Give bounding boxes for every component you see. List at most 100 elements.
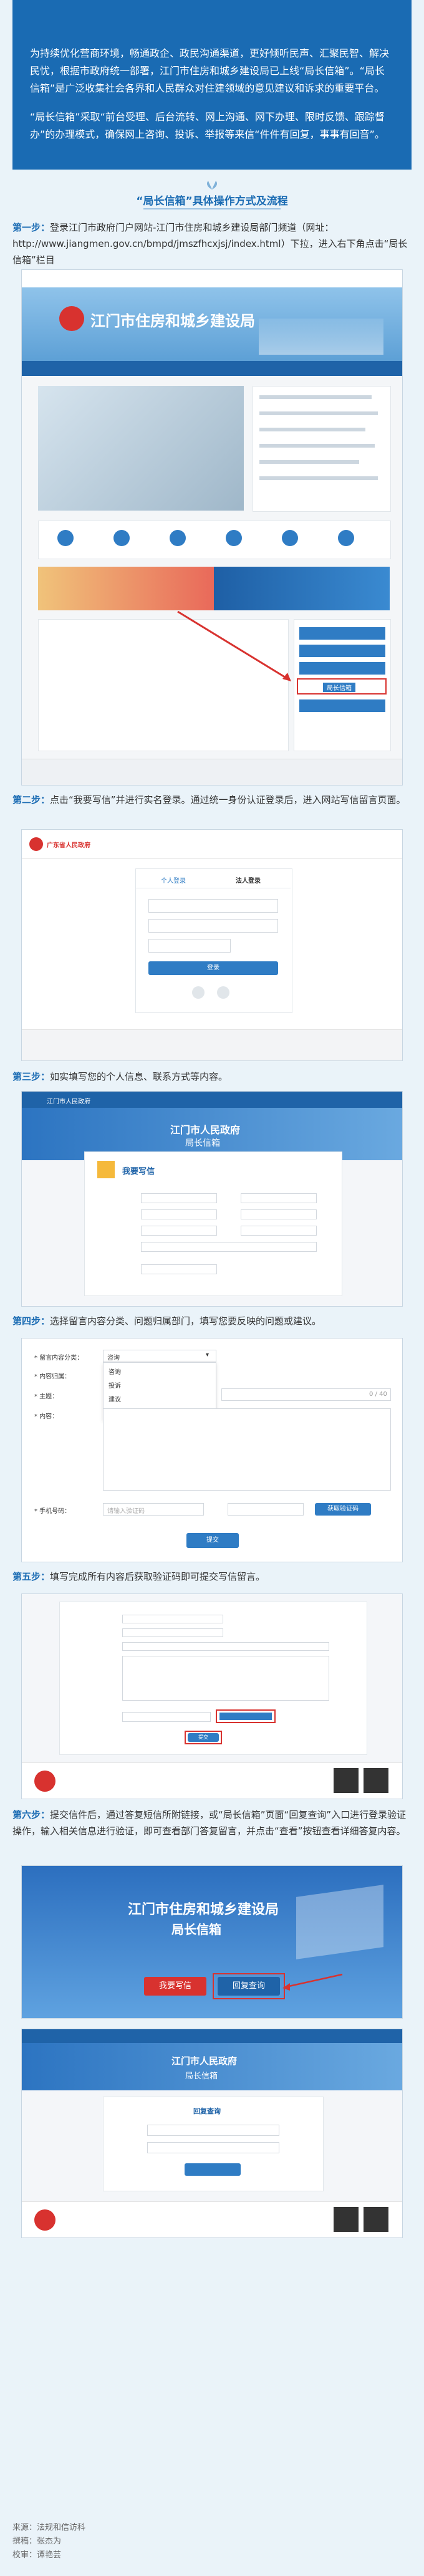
captcha-input[interactable]: 请输入验证码 [103,1503,204,1516]
password-input[interactable] [148,919,278,933]
get-code-highlight[interactable] [216,1709,276,1723]
emblem-icon [34,2209,55,2231]
username-input[interactable] [148,899,278,913]
promo-banner[interactable] [38,567,390,610]
mailbox-link-highlight[interactable]: 局长信箱 [297,678,387,694]
query-submit-button[interactable] [185,2163,241,2176]
step-4-body: 选择留言内容分类、问题归属部门，填写您要反映的问题或建议。 [50,1315,322,1327]
form-field[interactable] [122,1642,329,1651]
query-code-input[interactable] [147,2125,279,2136]
label-department: * 内容归属： [34,1373,71,1380]
step-5-text: 第五步：填写完成所有内容后获取验证码即可提交写信留言。 [12,1569,412,1585]
email-field[interactable] [141,1226,217,1236]
banner-line-1: 江门市人民政府 [171,2055,238,2067]
alt-login-icon[interactable] [192,986,205,999]
service-icons-row [38,521,391,559]
subject-input[interactable]: 0 / 40 [221,1388,391,1401]
service-icon[interactable] [226,530,242,546]
login-button[interactable]: 登录 [148,961,278,975]
step-2-body: 点击“我要写信”并进行实名登录。通过统一身份认证登录后，进入网站写信留言页面。 [50,794,406,805]
login-header: 广东省人民政府 [22,830,402,859]
write-letter-label: 我要写信 [158,1981,191,1991]
qr-code [334,2207,359,2232]
landing-title-2: 局长信箱 [171,1922,221,1937]
header-text: 江门市人民政府 [47,1098,90,1105]
reply-query-highlight[interactable]: 回复查询 [213,1973,285,1999]
content-textarea[interactable] [103,1408,391,1491]
option-item[interactable]: 投诉 [108,1380,121,1390]
submit-button[interactable]: 提交 [186,1533,239,1548]
query-phone-input[interactable] [147,2142,279,2153]
sidebar-link[interactable] [299,662,385,675]
screenshot-content-form: * 留言内容分类： 咨询 ▾ 咨询 投诉 建议 举报 * 内容归属： * 主题：… [21,1338,403,1562]
get-code-button[interactable] [219,1713,272,1720]
intro-box: 为持续优化营商环境，畅通政企、政民沟通渠道，更好倾听民声、汇聚民智、解决民忧，根… [12,0,412,170]
step-2-text: 第二步：点击“我要写信”并进行实名登录。通过统一身份认证登录后，进入网站写信留言… [12,792,412,808]
content-textarea[interactable] [122,1656,329,1701]
credit-reviewer: 校审：谭艳芸 [12,2550,62,2560]
service-icon[interactable] [57,530,74,546]
landing-title-1: 江门市住房和城乡建设局 [128,1902,279,1918]
step-6-label: 第六步： [12,1809,51,1820]
article-page: 为持续优化营商环境，畅通政企、政民沟通渠道，更好倾听民声、汇聚民智、解决民忧，根… [0,0,424,2576]
section-title: “局长信箱”具体操作方式及流程 [136,195,288,208]
service-icon[interactable] [113,530,130,546]
news-list [253,386,391,512]
top-bar [22,270,402,288]
sidebar-links: 局长信箱 [294,619,391,751]
form-card: 我要写信 [84,1151,342,1296]
id-field[interactable] [141,1209,217,1219]
option-item[interactable]: 咨询 [108,1367,121,1376]
sidebar-link[interactable] [299,645,385,657]
sidebar-link[interactable] [299,627,385,640]
tab-personal[interactable]: 个人登录 [161,875,186,885]
address-field[interactable] [241,1226,317,1236]
news-line [259,411,378,415]
tab-legal[interactable]: 法人登录 [236,875,261,885]
form-field[interactable] [122,1615,223,1623]
category-field[interactable] [141,1264,217,1274]
form-field[interactable] [122,1628,223,1637]
emblem-icon [34,1771,55,1792]
step-3-body: 如实填写您的个人信息、联系方式等内容。 [50,1071,228,1082]
subject-counter: 0 / 40 [369,1391,387,1398]
service-icon[interactable] [282,530,298,546]
leaf-ornament-icon [207,181,217,190]
service-icon[interactable] [170,530,186,546]
option-item[interactable]: 建议 [108,1394,121,1403]
qr-code [334,1768,359,1793]
query-title: 回复查询 [193,2107,221,2115]
sidebar-link[interactable] [299,699,385,712]
step-3-text: 第三步：如实填写您的个人信息、联系方式等内容。 [12,1069,412,1085]
step-4-text: 第四步：选择留言内容分类、问题归属部门，填写您要反映的问题或建议。 [12,1313,412,1329]
write-letter-button[interactable]: 我要写信 [144,1977,206,1996]
footer-strip [22,759,402,785]
captcha-input[interactable] [148,939,231,953]
reply-query-button[interactable]: 回复查询 [218,1977,280,1996]
phone-field[interactable] [241,1209,317,1219]
get-code-button[interactable]: 获取验证码 [315,1503,371,1516]
login-footer [22,1029,402,1060]
form-card: 提交 [59,1602,367,1755]
alt-login-icon[interactable] [217,986,229,999]
login-card: 个人登录 法人登录 登录 [135,868,292,1013]
screenshot-login: 广东省人民政府 个人登录 法人登录 登录 [21,829,403,1061]
intro-paragraph-1: 为持续优化营商环境，畅通政企、政民沟通渠道，更好倾听民声、汇聚民智、解决民忧，根… [30,47,390,94]
name-field[interactable] [141,1193,217,1203]
category-select[interactable]: 咨询 ▾ [103,1350,216,1362]
captcha-input[interactable] [122,1712,211,1722]
service-icon[interactable] [338,530,354,546]
submit-button[interactable]: 提交 [188,1733,219,1742]
banner-line-2: 局长信箱 [185,1138,220,1148]
credit-source: 来源：法规和信访科 [12,2523,86,2532]
step-3-label: 第三步： [12,1071,51,1082]
submit-highlight[interactable]: 提交 [185,1731,222,1744]
gender-field[interactable] [241,1193,317,1203]
org-field[interactable] [141,1242,317,1252]
envelope-graphic [296,1885,383,1959]
step-1-label: 第一步： [12,222,51,233]
red-arrow-icon [282,1973,343,1991]
skyline-graphic [259,319,383,355]
phone-input[interactable] [228,1503,304,1516]
query-card: 回复查询 [103,2097,324,2191]
